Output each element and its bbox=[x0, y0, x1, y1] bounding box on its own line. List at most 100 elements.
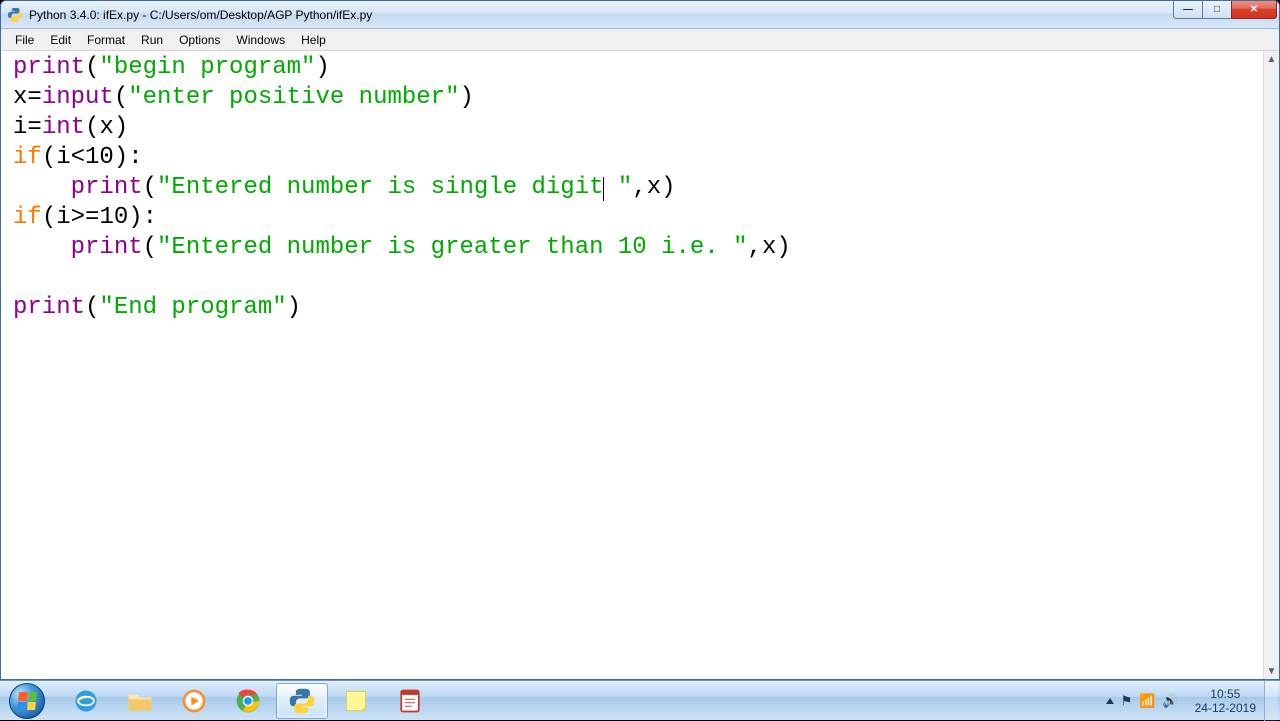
taskbar-apps bbox=[60, 683, 436, 719]
taskbar-python-idle[interactable] bbox=[276, 683, 328, 719]
menu-file[interactable]: File bbox=[7, 30, 42, 50]
token-id: i bbox=[13, 114, 27, 141]
code-line: print("Entered number is single digit ",… bbox=[13, 173, 1261, 203]
taskbar: ⚑ 📶 🔊 10:55 24-12-2019 bbox=[0, 680, 1280, 720]
python-idle-icon bbox=[287, 686, 317, 716]
token-pn: , bbox=[748, 234, 762, 261]
maximize-icon: □ bbox=[1214, 4, 1220, 15]
token-op: < bbox=[71, 144, 85, 171]
windows-media-player-icon bbox=[179, 686, 209, 716]
token-str: " bbox=[604, 174, 633, 201]
code-line bbox=[13, 263, 1261, 293]
token-pn: ) bbox=[114, 114, 128, 141]
start-button[interactable] bbox=[0, 681, 54, 721]
taskbar-windows-media-player[interactable] bbox=[168, 683, 220, 719]
token-op: : bbox=[143, 204, 157, 231]
action-center-icon[interactable]: ⚑ bbox=[1121, 693, 1133, 709]
token-id: 10 bbox=[99, 204, 128, 231]
token-op: >= bbox=[71, 204, 100, 231]
menu-windows[interactable]: Windows bbox=[228, 30, 293, 50]
clock-date: 24-12-2019 bbox=[1195, 701, 1256, 715]
token-pn: ( bbox=[42, 204, 56, 231]
scroll-up-icon[interactable]: ▲ bbox=[1264, 51, 1279, 67]
token-pn: ) bbox=[776, 234, 790, 261]
scroll-track[interactable] bbox=[1264, 67, 1279, 663]
token-pn: , bbox=[632, 174, 646, 201]
scroll-down-icon[interactable]: ▼ bbox=[1264, 663, 1279, 679]
close-icon: ✕ bbox=[1250, 4, 1258, 15]
token-id: i bbox=[56, 144, 70, 171]
menubar: FileEditFormatRunOptionsWindowsHelp bbox=[1, 29, 1279, 51]
vertical-scrollbar[interactable]: ▲ ▼ bbox=[1263, 51, 1279, 679]
token-bi: input bbox=[42, 84, 114, 111]
volume-icon[interactable]: 🔊 bbox=[1162, 693, 1178, 709]
token-id: x bbox=[13, 84, 27, 111]
token-pn: ( bbox=[114, 84, 128, 111]
token-bi: print bbox=[71, 174, 143, 201]
token-kw: if bbox=[13, 204, 42, 231]
idle-window: Python 3.4.0: ifEx.py - C:/Users/om/Desk… bbox=[0, 0, 1280, 680]
token-id bbox=[13, 234, 71, 261]
code-line: if(i>=10): bbox=[13, 203, 1261, 233]
code-line: print("End program") bbox=[13, 293, 1261, 323]
token-pn: ( bbox=[85, 294, 99, 321]
clock[interactable]: 10:55 24-12-2019 bbox=[1187, 687, 1264, 715]
token-bi: print bbox=[71, 234, 143, 261]
token-bi: int bbox=[42, 114, 85, 141]
menu-run[interactable]: Run bbox=[133, 30, 171, 50]
taskbar-file-explorer[interactable] bbox=[114, 683, 166, 719]
token-id bbox=[13, 174, 71, 201]
taskbar-notes-app[interactable] bbox=[384, 683, 436, 719]
token-pn: ( bbox=[42, 144, 56, 171]
start-orb-icon bbox=[9, 683, 45, 719]
taskbar-internet-explorer[interactable] bbox=[60, 683, 112, 719]
code-line: print("begin program") bbox=[13, 53, 1261, 83]
minimize-button[interactable]: — bbox=[1173, 1, 1203, 19]
titlebar[interactable]: Python 3.4.0: ifEx.py - C:/Users/om/Desk… bbox=[1, 1, 1279, 29]
token-id: x bbox=[99, 114, 113, 141]
show-hidden-icons-icon[interactable] bbox=[1106, 698, 1114, 704]
token-op: : bbox=[128, 144, 142, 171]
code-editor[interactable]: print("begin program")x=input("enter pos… bbox=[1, 51, 1263, 679]
token-bi: print bbox=[13, 294, 85, 321]
token-str: "End program" bbox=[99, 294, 286, 321]
token-pn: ) bbox=[460, 84, 474, 111]
editor-area: print("begin program")x=input("enter pos… bbox=[1, 51, 1279, 679]
file-explorer-icon bbox=[125, 686, 155, 716]
token-id: i bbox=[56, 204, 70, 231]
token-op: = bbox=[27, 114, 41, 141]
token-pn: ( bbox=[85, 54, 99, 81]
token-str: "Entered number is greater than 10 i.e. … bbox=[157, 234, 748, 261]
tray-icons[interactable]: ⚑ 📶 🔊 bbox=[1098, 693, 1187, 709]
code-line: if(i<10): bbox=[13, 143, 1261, 173]
clock-time: 10:55 bbox=[1195, 687, 1256, 701]
token-kw: if bbox=[13, 144, 42, 171]
windows-flag-icon bbox=[17, 692, 37, 710]
python-icon bbox=[7, 7, 23, 23]
network-icon[interactable]: 📶 bbox=[1139, 693, 1155, 709]
token-str: "Entered number is single digit bbox=[157, 174, 603, 201]
token-pn: ) bbox=[315, 54, 329, 81]
google-chrome-icon bbox=[233, 686, 263, 716]
token-id: x bbox=[762, 234, 776, 261]
taskbar-sticky-notes[interactable] bbox=[330, 683, 382, 719]
maximize-button[interactable]: □ bbox=[1202, 1, 1232, 19]
token-id: x bbox=[647, 174, 661, 201]
system-tray: ⚑ 📶 🔊 10:55 24-12-2019 bbox=[1098, 681, 1280, 720]
internet-explorer-icon bbox=[71, 686, 101, 716]
code-line: i=int(x) bbox=[13, 113, 1261, 143]
menu-help[interactable]: Help bbox=[293, 30, 334, 50]
token-bi: print bbox=[13, 54, 85, 81]
token-pn: ) bbox=[287, 294, 301, 321]
menu-edit[interactable]: Edit bbox=[42, 30, 79, 50]
close-button[interactable]: ✕ bbox=[1231, 1, 1277, 19]
menu-format[interactable]: Format bbox=[79, 30, 133, 50]
token-str: "enter positive number" bbox=[128, 84, 459, 111]
code-line: print("Entered number is greater than 10… bbox=[13, 233, 1261, 263]
taskbar-google-chrome[interactable] bbox=[222, 683, 274, 719]
menu-options[interactable]: Options bbox=[171, 30, 228, 50]
show-desktop-button[interactable] bbox=[1264, 681, 1278, 721]
token-pn: ( bbox=[143, 234, 157, 261]
token-id: 10 bbox=[85, 144, 114, 171]
window-controls: — □ ✕ bbox=[1174, 1, 1277, 19]
